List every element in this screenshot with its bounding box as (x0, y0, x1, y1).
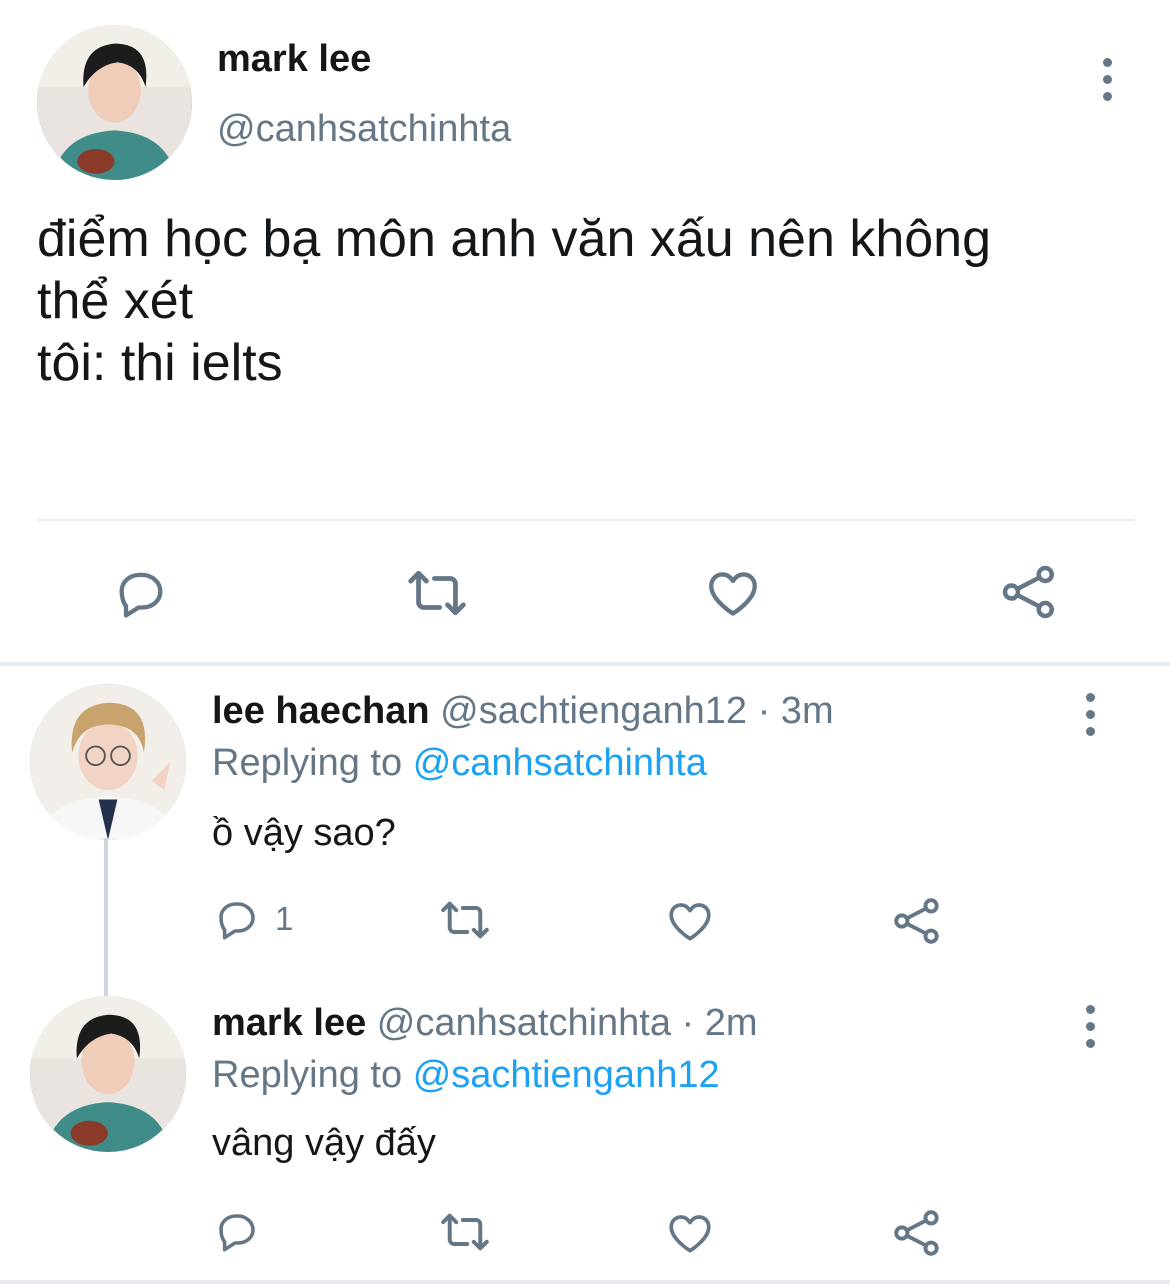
reply2-retweet-button[interactable] (438, 1208, 492, 1256)
like-icon (709, 572, 757, 616)
reply1-more-icon[interactable] (1083, 693, 1097, 744)
reply2-mention-link[interactable]: @sachtienganh12 (413, 1054, 720, 1096)
retweet-icon (441, 901, 489, 939)
reply2-reply-button[interactable] (213, 1207, 261, 1255)
reply-icon (219, 1214, 255, 1252)
main-more-icon[interactable] (1100, 58, 1114, 109)
reply1-retweet-button[interactable] (438, 896, 492, 944)
reply2-handle-time: @canhsatchinhta · 2m (376, 1002, 758, 1044)
replying-prefix: Replying to (212, 742, 403, 784)
like-icon (669, 903, 711, 941)
reply2-more-icon[interactable] (1083, 1005, 1097, 1056)
bottom-divider (0, 1280, 1170, 1284)
tweet-text-line: thể xét (37, 272, 194, 330)
reply1-like-button[interactable] (665, 896, 715, 946)
reply1-handle-time: @sachtienganh12 · 3m (440, 690, 834, 732)
main-author-avatar[interactable] (37, 25, 192, 180)
reply2-replying-to: Replying to @sachtienganh12 (212, 1054, 720, 1097)
section-divider (0, 662, 1170, 666)
main-like-button[interactable] (704, 564, 762, 622)
reply1-author-avatar[interactable] (30, 684, 186, 840)
retweet-icon (408, 570, 466, 616)
reply-icon (119, 572, 163, 618)
share-icon (894, 898, 939, 944)
reply1-replying-to: Replying to @canhsatchinhta (212, 742, 707, 785)
reply1-mention-link[interactable]: @canhsatchinhta (413, 742, 707, 784)
reply1-reply-count: 1 (275, 900, 294, 937)
reply2-text: vâng vậy đấy (212, 1122, 436, 1164)
reply1-text: ồ vậy sao? (212, 812, 396, 854)
reply1-reply-button[interactable]: 1 (213, 895, 293, 943)
tweet-text-line: điểm học bạ môn anh văn xấu nên không (37, 210, 992, 268)
reply2-like-button[interactable] (665, 1208, 715, 1258)
reply2-author-name[interactable]: mark lee (212, 1002, 366, 1044)
reply-icon (219, 902, 255, 940)
reply2-share-button[interactable] (891, 1207, 943, 1259)
reply2-header[interactable]: mark lee @canhsatchinhta · 2m (212, 1002, 758, 1045)
main-tweet-text: điểm học bạ môn anh văn xấu nên không th… (37, 208, 1137, 394)
reply1-share-button[interactable] (891, 895, 943, 947)
tweet-text-line: tôi: thi ielts (37, 334, 283, 392)
main-retweet-button[interactable] (405, 564, 469, 622)
reply2-author-avatar[interactable] (30, 996, 186, 1152)
like-icon (669, 1215, 711, 1253)
main-actions-divider (37, 519, 1134, 521)
thread-connector-line (104, 838, 108, 996)
replying-prefix: Replying to (212, 1054, 403, 1096)
share-icon (894, 1210, 939, 1256)
main-reply-button[interactable] (112, 564, 170, 622)
share-icon (1002, 565, 1054, 619)
main-author-handle[interactable]: @canhsatchinhta (217, 108, 511, 151)
reply1-author-name[interactable]: lee haechan (212, 690, 430, 732)
main-share-button[interactable] (999, 562, 1059, 622)
reply1-header[interactable]: lee haechan @sachtienganh12 · 3m (212, 690, 834, 733)
main-author-name[interactable]: mark lee (217, 38, 371, 81)
retweet-icon (441, 1213, 489, 1251)
